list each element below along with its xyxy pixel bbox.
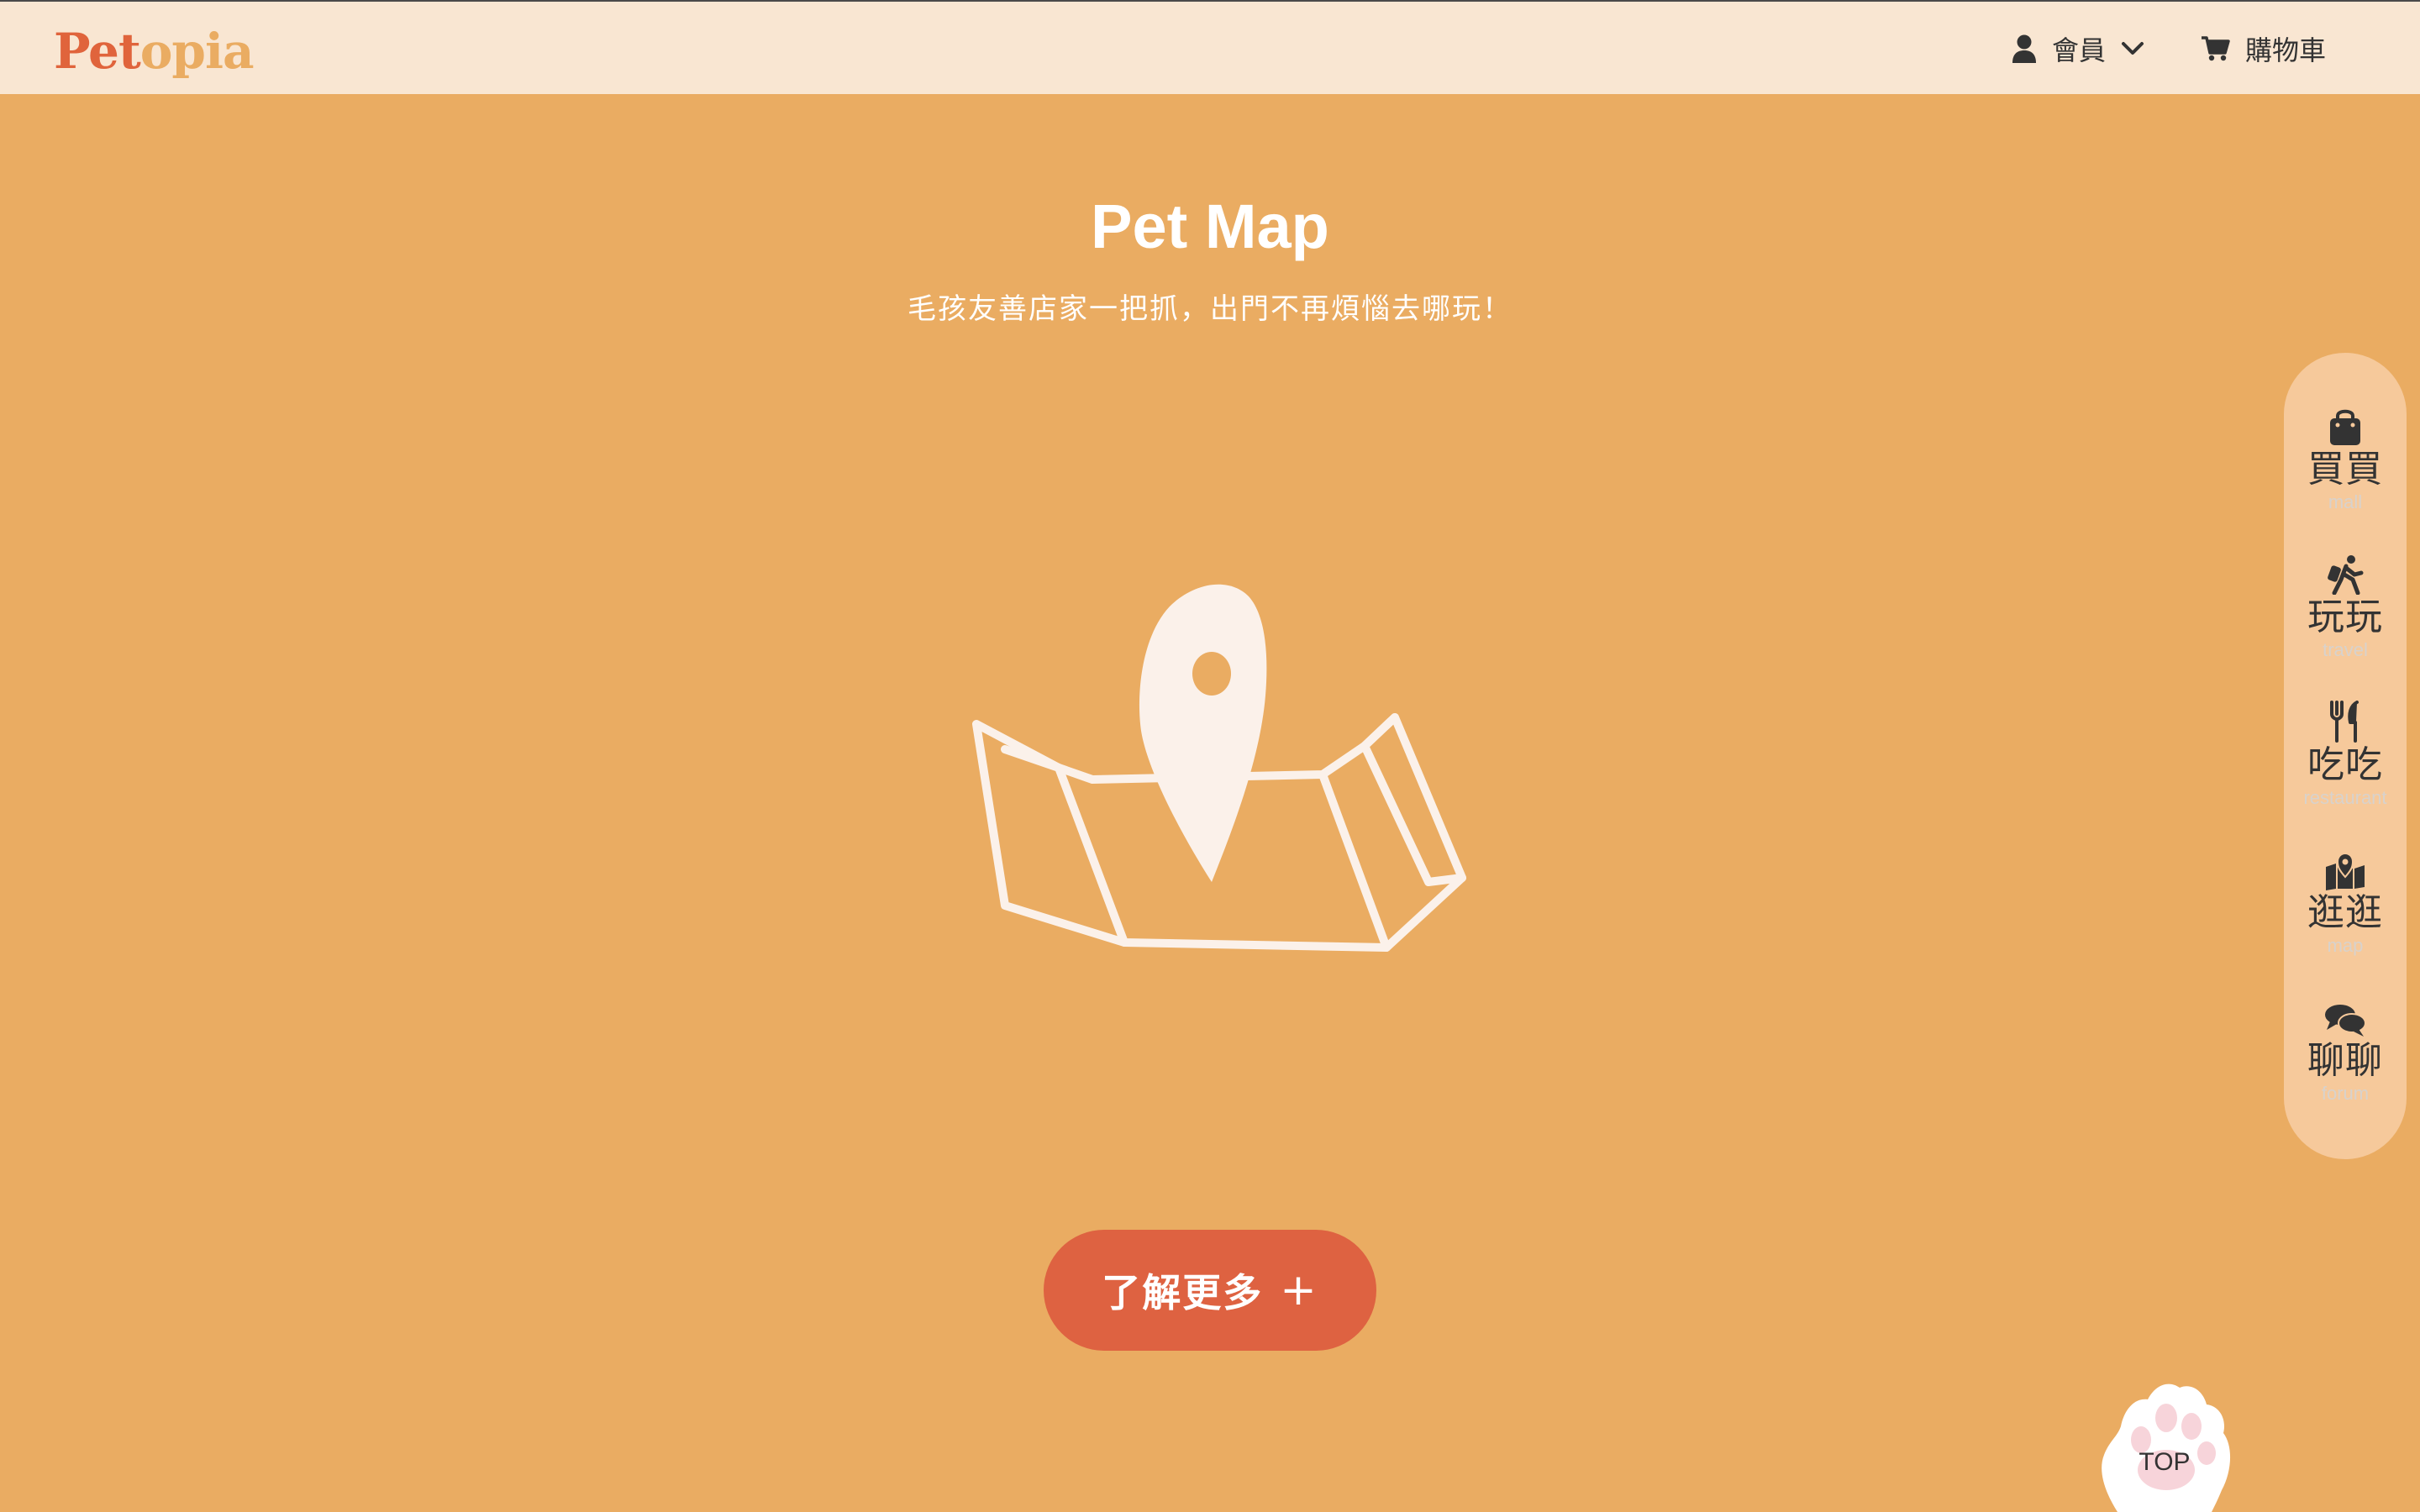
side-nav-label: 買買 (2307, 448, 2383, 491)
comments-icon (2325, 1005, 2366, 1037)
logo-part-pet: Pet (54, 23, 141, 80)
shopping-cart-icon (2202, 36, 2230, 61)
page-title: Pet Map (1091, 192, 1329, 261)
learn-more-label: 了解更多 (1102, 1270, 1264, 1315)
side-nav-sublabel: map (2327, 935, 2364, 956)
chevron-down-icon (2122, 42, 2144, 55)
side-nav-sublabel: restaurant (2303, 787, 2387, 808)
side-nav-label: 吃吃 (2307, 743, 2383, 786)
petopia-logo[interactable]: Petopia (54, 22, 255, 81)
side-nav: 買買 mall 玩玩 travel 吃吃 restaurant 逛逛 map 聊… (2284, 353, 2407, 1159)
side-nav-sublabel: mall (2328, 491, 2363, 512)
side-nav-label: 聊聊 (2307, 1039, 2383, 1082)
learn-more-button[interactable]: 了解更多 + (1044, 1230, 1376, 1351)
plus-icon: + (1280, 1265, 1318, 1315)
side-nav-sublabel: forum (2321, 1083, 2370, 1104)
side-nav-item-mall[interactable]: 買買 mall (2284, 402, 2407, 528)
side-nav-item-travel[interactable]: 玩玩 travel (2284, 549, 2407, 675)
side-nav-label: 玩玩 (2307, 596, 2383, 638)
cart-button[interactable]: 購物車 (2202, 27, 2326, 71)
side-nav-item-map[interactable]: 逛逛 map (2284, 845, 2407, 971)
side-nav-label: 逛逛 (2307, 891, 2383, 934)
logo-part-opia: opia (139, 23, 255, 80)
side-nav-item-forum[interactable]: 聊聊 forum (2284, 993, 2407, 1119)
map-marked-icon (2326, 852, 2365, 890)
top-header: Petopia 會員 購物車 (0, 0, 2420, 94)
shopping-bag-icon (2330, 409, 2360, 445)
user-icon (2012, 34, 2036, 63)
paw-icon (2102, 1383, 2231, 1512)
utensils-icon (2330, 701, 2359, 743)
cart-label: 購物車 (2245, 34, 2327, 66)
top-label: TOP (2139, 1448, 2191, 1476)
member-label: 會員 (2052, 34, 2107, 66)
back-to-top-button[interactable]: TOP (2081, 1368, 2249, 1512)
page-subtitle: 毛孩友善店家一把抓，出門不再煩惱去哪玩！ (908, 292, 1512, 326)
side-nav-sublabel: travel (2323, 639, 2368, 660)
member-menu-button[interactable]: 會員 (2012, 27, 2144, 71)
side-nav-item-restaurant[interactable]: 吃吃 restaurant (2284, 697, 2407, 823)
map-pin-illustration (972, 584, 1466, 952)
hiking-icon (2328, 555, 2364, 595)
